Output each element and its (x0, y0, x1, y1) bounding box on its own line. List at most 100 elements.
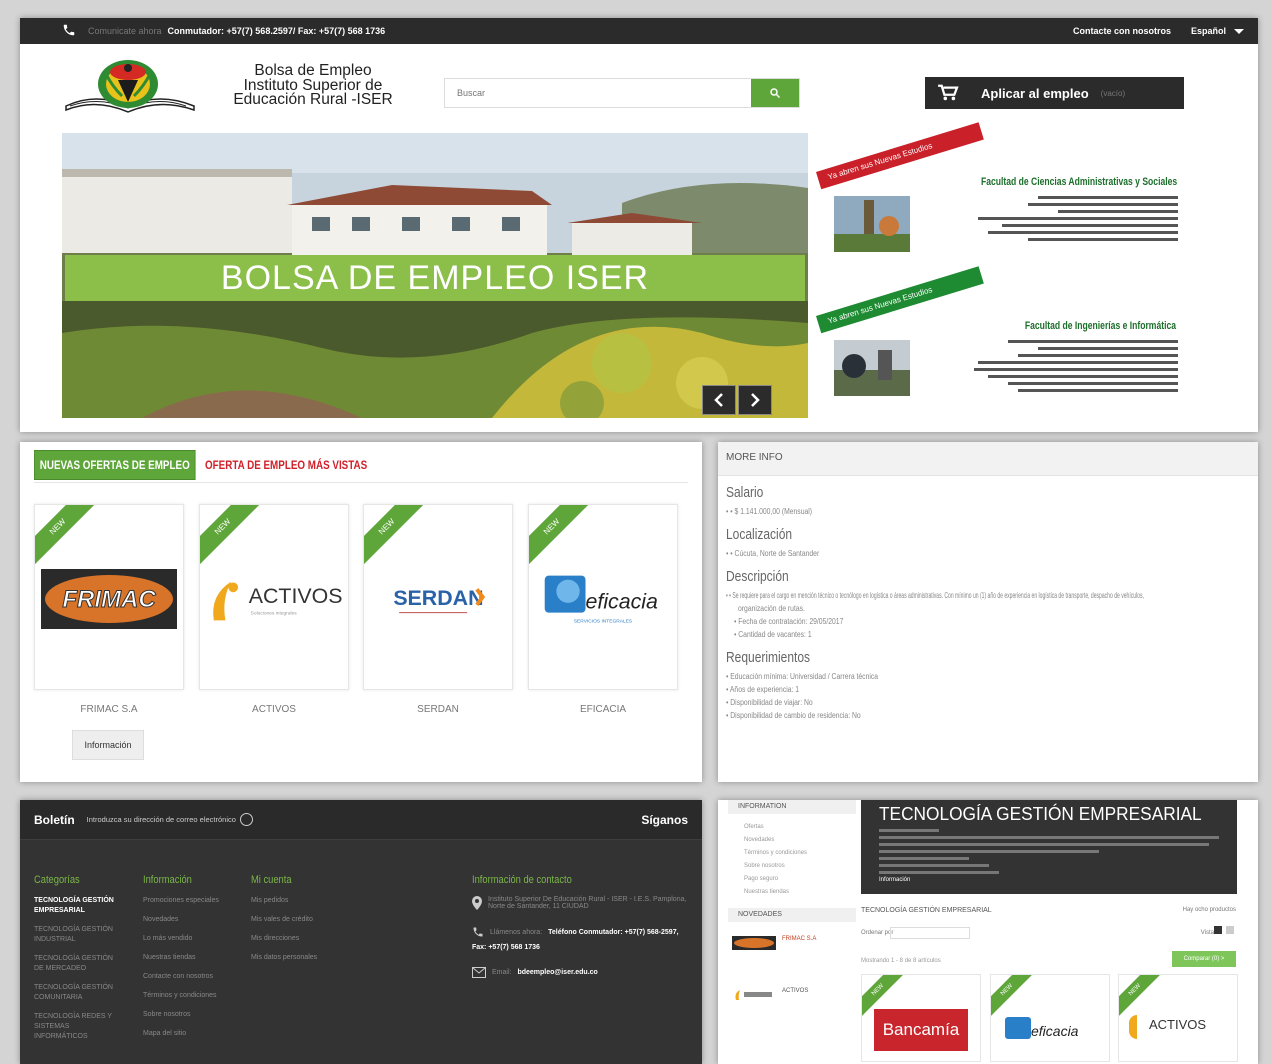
footer-link[interactable]: Mis datos personales (251, 953, 337, 963)
email-link[interactable]: bdeempleo@iser.edu.co (517, 969, 597, 976)
eficacia-tagline: SERVICIOS INTEGRALES (574, 618, 633, 624)
header-panel: Comunicate ahora Conmutador: +57(7) 568.… (20, 18, 1258, 432)
footer-link[interactable]: Novedades (143, 915, 229, 925)
news-thumb (732, 936, 776, 950)
new-badge: NEW (200, 505, 269, 573)
products-count: Hay ocho productos (1182, 907, 1236, 913)
showing-text: Mostrando 1 - 8 de 8 artículos (861, 958, 941, 964)
footer-account: Mi cuenta Mis pedidos Mis vales de crédi… (251, 874, 337, 972)
search-button[interactable] (751, 79, 799, 107)
tab-new-offers[interactable]: NUEVAS OFERTAS DE EMPLEO (34, 450, 196, 480)
footer-link[interactable]: Lo más vendido (143, 934, 229, 944)
footer-link[interactable]: Contacte con nosotros (143, 972, 229, 982)
sidebar-link[interactable]: Nuestras tiendas (744, 889, 856, 895)
offer-card-activos[interactable]: NEW ACTIVOS Soluciones integrales (199, 504, 349, 690)
promo-title: Facultad de Ciencias Administrativas y S… (981, 176, 1178, 188)
activos-tagline: Soluciones integrales (251, 611, 298, 617)
news-item[interactable]: FRIMAC S.A (732, 936, 856, 950)
eficacia-logo: eficacia SERVICIOS INTEGRALES (535, 569, 671, 629)
footer-link[interactable]: Mis direcciones (251, 934, 337, 944)
sidebar-link[interactable]: Sobre nosotros (744, 863, 856, 869)
footer-link[interactable]: Sobre nosotros (143, 1010, 229, 1020)
news-item[interactable]: ACTIVOS (732, 988, 856, 1002)
sidebar-link[interactable]: Términos y condiciones (744, 850, 856, 856)
offer-card-eficacia[interactable]: NEW eficacia SERVICIOS INTEGRALES (528, 504, 678, 690)
product-card-eficacia[interactable]: NEW eficacia (990, 974, 1110, 1062)
footer-link[interactable]: Nuestras tiendas (143, 953, 229, 963)
envelope-icon (472, 967, 486, 978)
sort-select[interactable] (890, 927, 970, 939)
activos-logo: ACTIVOS Soluciones integrales (206, 569, 342, 629)
requirement-item: • Años de experiencia: 1 (726, 685, 800, 694)
footer-link[interactable]: Términos y condiciones (143, 991, 229, 1001)
logo-line-3: Educación Rural -ISER (233, 91, 393, 108)
requirements-heading: Requerimientos (726, 649, 811, 666)
offer-card-frimac[interactable]: NEW FRIMAC (34, 504, 184, 690)
footer-link[interactable]: Mis pedidos (251, 896, 337, 906)
submit-arrow-icon[interactable] (239, 813, 253, 826)
language-selector[interactable]: Español (1191, 26, 1244, 36)
footer-link[interactable]: Promociones especiales (143, 896, 229, 906)
address-text: Instituto Superior De Educación Rural - … (488, 896, 687, 910)
requirement-item: • Disponibilidad de cambio de residencia… (726, 711, 861, 720)
promo-ribbon: Ya abren sus Nuevas Estudios (816, 266, 984, 334)
requirement-item: • Disponibilidad de viajar: No (726, 698, 813, 707)
footer-link[interactable]: Mapa del sitio (143, 1029, 229, 1039)
info-button[interactable]: Información (72, 730, 144, 760)
footer-link[interactable]: TECNOLOGÍA GESTIÓN INDUSTRIAL (34, 925, 120, 945)
offer-name[interactable]: FRIMAC S.A (34, 704, 184, 715)
address-row: Instituto Superior De Educación Rural - … (472, 896, 692, 910)
promo-banner-admin[interactable]: Ya abren sus Nuevas Estudios Facultad de… (816, 122, 1184, 256)
footer-link[interactable]: TECNOLOGÍA GESTIÓN DE MERCADEO (34, 954, 120, 974)
slider-next-button[interactable] (738, 385, 772, 415)
fax-text: Fax: +57(7) 568 1736 (472, 944, 540, 951)
logo-text: Bolsa de Empleo Instituto Superior de Ed… (204, 63, 422, 108)
search-input[interactable] (445, 79, 751, 107)
contact-us-link[interactable]: Contacte con nosotros (1073, 26, 1171, 36)
site-logo[interactable]: Bolsa de Empleo Instituto Superior de Ed… (62, 56, 422, 116)
list-view-icon[interactable] (1226, 926, 1234, 934)
phone-icon (63, 24, 75, 36)
search-icon (770, 88, 781, 99)
category-banner: TECNOLOGÍA GESTIÓN EMPRESARIAL Informaci… (861, 800, 1237, 894)
topbar-call-now: Comunicate ahora (88, 26, 162, 36)
sidebar-link[interactable]: Novedades (744, 837, 856, 843)
footer-link[interactable]: TECNOLOGÍA GESTIÓN EMPRESARIAL (34, 896, 120, 916)
activos-mark-icon (1129, 1015, 1137, 1039)
grid-view-icon[interactable] (1214, 926, 1222, 934)
apply-job-button[interactable]: Aplicar al empleo (vacío) (925, 77, 1184, 109)
compare-button[interactable]: Comparar (0) > (1172, 951, 1236, 967)
offer-card-serdan[interactable]: NEW SERDAN (363, 504, 513, 690)
promo-banner-engineering[interactable]: Ya abren sus Nuevas Estudios Facultad de… (816, 266, 1184, 400)
footer-link[interactable]: TECNOLOGÍA REDES Y SISTEMAS INFORMÁTICOS (34, 1012, 120, 1042)
sidebar-link[interactable]: Pago seguro (744, 876, 856, 882)
footer-link[interactable]: Mis vales de crédito (251, 915, 337, 925)
sidebar-link[interactable]: Ofertas (744, 824, 856, 830)
phone-icon (473, 927, 483, 937)
language-label: Español (1190, 26, 1226, 36)
offer-name[interactable]: ACTIVOS (199, 704, 349, 715)
sort-label: Ordenar por (861, 930, 894, 936)
frimac-logo-text: FRIMAC (62, 586, 156, 613)
news-name: FRIMAC S.A (782, 936, 817, 942)
category-title: TECNOLOGÍA GESTIÓN EMPRESARIAL (879, 804, 1202, 824)
newsletter-input[interactable]: Introduzca su dirección de correo electr… (87, 815, 236, 824)
view-label: Vista (1200, 930, 1214, 936)
description-text: organización de rutas. (738, 604, 805, 613)
caret-down-icon (1234, 29, 1244, 35)
promo-program-list (966, 340, 1178, 396)
activos-logo: ACTIVOS (1149, 1017, 1207, 1032)
new-badge: NEW (529, 505, 598, 573)
offer-name[interactable]: SERDAN (363, 704, 513, 715)
phone-muted: Llámenos ahora: (490, 928, 543, 936)
product-card-activos[interactable]: NEW ACTIVOS (1118, 974, 1238, 1062)
tab-most-viewed[interactable]: OFERTA DE EMPLEO MÁS VISTAS (205, 458, 367, 472)
cart-icon (938, 84, 959, 101)
offer-name[interactable]: EFICACIA (528, 704, 678, 715)
product-card-bancamia[interactable]: NEW Bancamía (861, 974, 981, 1062)
slider-prev-button[interactable] (702, 385, 736, 415)
footer-link[interactable]: TECNOLOGÍA GESTIÓN COMUNITARIA (34, 983, 120, 1003)
location-heading: Localización (726, 526, 793, 543)
new-badge: NEW (35, 505, 104, 573)
bancamia-logo: Bancamía (874, 1009, 968, 1051)
